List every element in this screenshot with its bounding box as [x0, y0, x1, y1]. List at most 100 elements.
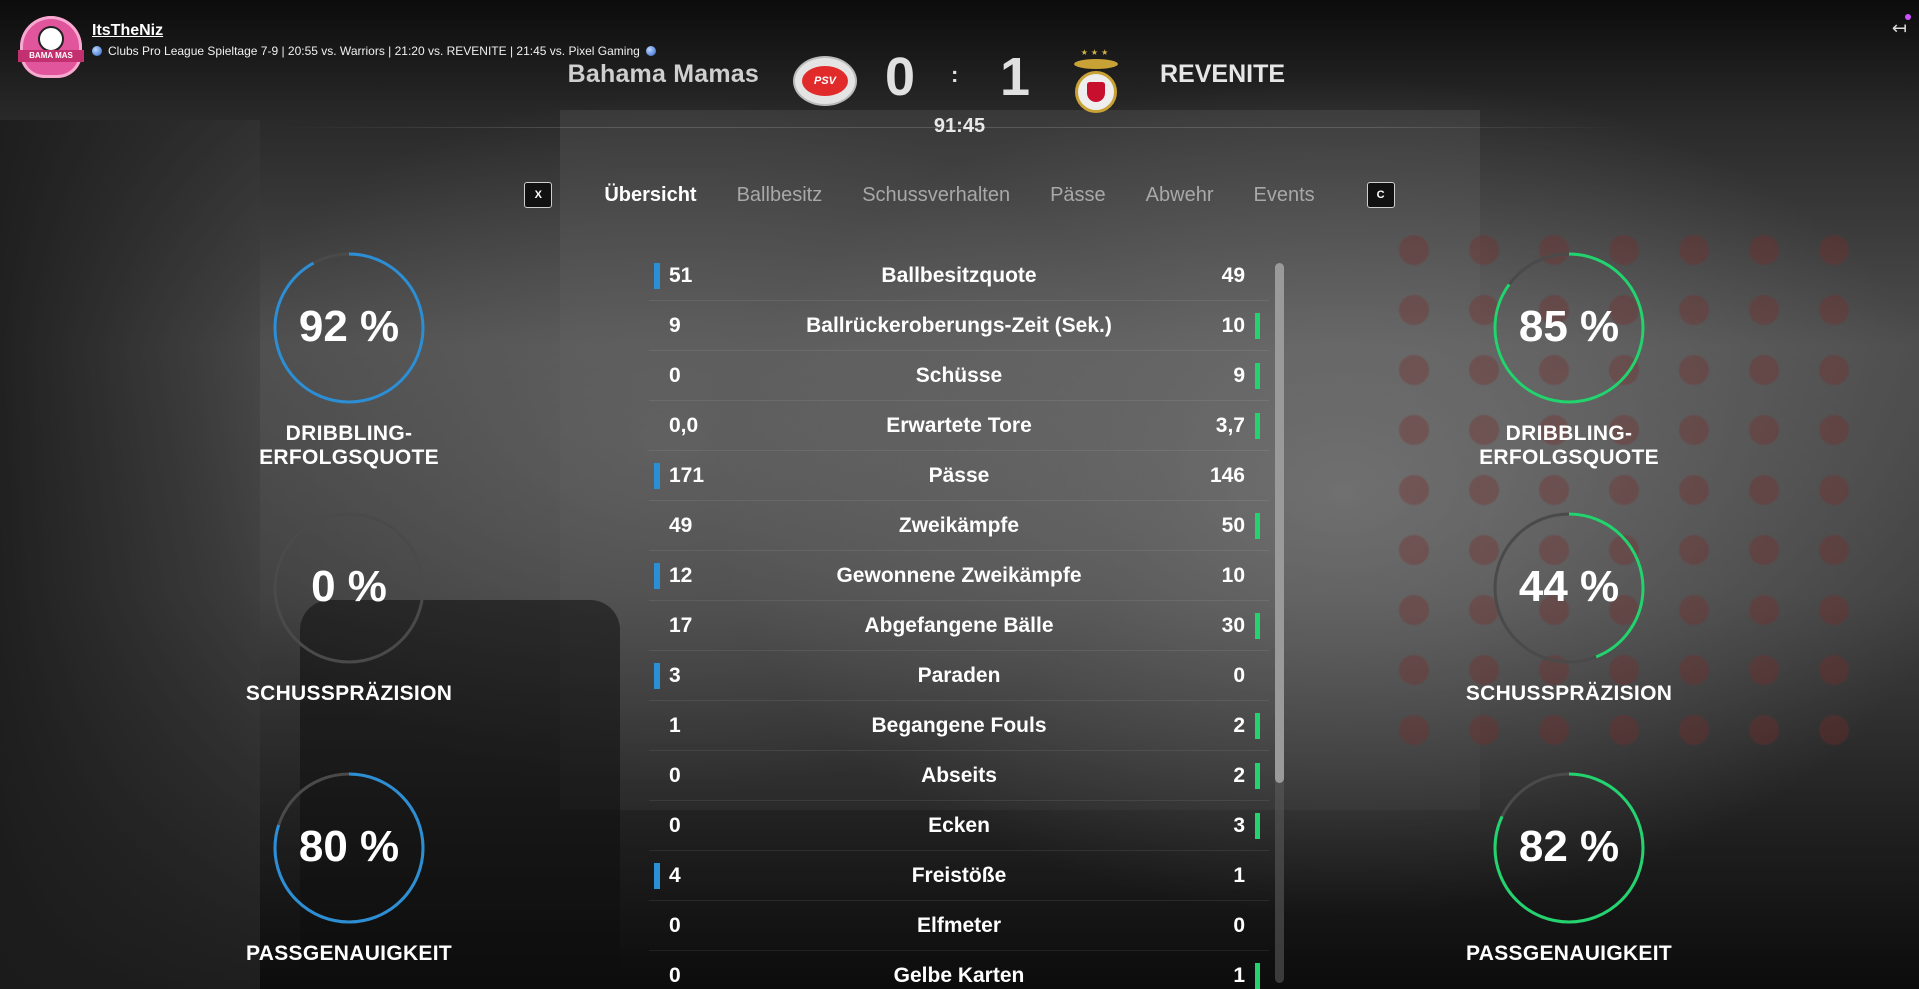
tab-next-key[interactable]: C: [1366, 182, 1395, 208]
gauge-label: SCHUSSPRÄZISION: [245, 682, 453, 705]
stat-label: Ecken: [928, 813, 990, 837]
stat-row: Zweikämpfe 49 50: [649, 501, 1269, 551]
stat-away-value: 0: [1233, 913, 1245, 937]
stat-away-value: 10: [1221, 313, 1245, 337]
stat-away-value: 2: [1233, 763, 1245, 787]
stat-label: Abseits: [921, 763, 997, 787]
stat-away-value: 1: [1233, 963, 1245, 987]
streamer-name-link[interactable]: ItsTheNiz: [92, 22, 656, 40]
away-leader-bar: [1255, 613, 1260, 639]
stat-row: Ballbesitzquote 51 49: [649, 251, 1269, 301]
stat-home-value: 0: [669, 913, 681, 937]
away-gauge-dribbling: 85 % DRIBBLING-ERFOLGSQUOTE: [1429, 250, 1709, 470]
stat-away-value: 2: [1233, 713, 1245, 737]
gauge-value: 85 %: [1518, 302, 1620, 351]
gauge-value: 44 %: [1518, 562, 1620, 611]
stats-tabs: X Übersicht Ballbesitz Schussverhalten P…: [0, 182, 1919, 208]
tab-overview[interactable]: Übersicht: [584, 184, 716, 207]
stat-label: Zweikämpfe: [898, 513, 1020, 537]
stat-row: Abseits 0 2: [649, 751, 1269, 801]
home-crest-text: PSV: [802, 66, 848, 96]
live-indicator: [1905, 14, 1911, 20]
away-crest-icon: ★★★: [1068, 48, 1124, 114]
stat-label: Abgefangene Bälle: [864, 613, 1054, 637]
stat-label: Ballrückeroberungs-Zeit (Sek.): [806, 313, 1112, 337]
stat-away-value: 30: [1221, 613, 1245, 637]
away-leader-bar: [1255, 413, 1260, 439]
stat-away-value: 1: [1233, 863, 1245, 887]
stat-row: Elfmeter 0 0: [649, 901, 1269, 951]
stat-label: Freistöße: [911, 863, 1007, 887]
home-gauge-passing: 80 % PASSGENAUIGKEIT: [209, 770, 489, 966]
stat-row: Freistöße 4 1: [649, 851, 1269, 901]
tab-events[interactable]: Events: [1233, 184, 1334, 207]
stat-row: Abgefangene Bälle 17 30: [649, 601, 1269, 651]
tab-prev-key[interactable]: X: [524, 182, 553, 208]
stat-home-value: 1: [669, 713, 681, 737]
stat-label: Paraden: [917, 663, 1001, 687]
stat-home-value: 0: [669, 363, 681, 387]
stat-away-value: 0: [1233, 663, 1245, 687]
stat-away-value: 3: [1233, 813, 1245, 837]
stat-row: Gewonnene Zweikämpfe 12 10: [649, 551, 1269, 601]
stat-home-value: 0: [669, 963, 681, 987]
stat-label: Begangene Fouls: [871, 713, 1047, 737]
tab-passing[interactable]: Pässe: [1030, 184, 1126, 207]
away-gauge-passing: 82 % PASSGENAUIGKEIT: [1429, 770, 1709, 966]
stats-scroll-thumb[interactable]: [1275, 263, 1284, 783]
stat-away-value: 49: [1221, 263, 1245, 287]
stat-row: Ballrückeroberungs-Zeit (Sek.) 9 10: [649, 301, 1269, 351]
away-score: 1: [1000, 47, 1031, 107]
away-gauge-shooting: 44 % SCHUSSPRÄZISION: [1429, 510, 1709, 706]
stat-away-value: 50: [1221, 513, 1245, 537]
stat-label: Ballbesitzquote: [881, 263, 1037, 287]
away-leader-bar: [1255, 763, 1260, 789]
divider: [285, 127, 1634, 128]
stats-table[interactable]: Ballbesitzquote 51 49 Ballrückeroberungs-Ze…: [649, 251, 1269, 989]
home-gauge-shooting: 0 % SCHUSSPRÄZISION: [209, 510, 489, 706]
home-score: 0: [885, 47, 916, 107]
gauge-value: 82 %: [1518, 822, 1620, 871]
gauge-value: 80 %: [298, 822, 400, 871]
away-team-name: REVENITE: [1160, 60, 1286, 88]
stat-label: Gelbe Karten: [893, 963, 1025, 987]
gauge-value: 0 %: [311, 562, 387, 611]
stat-row: Paraden 3 0: [649, 651, 1269, 701]
stat-home-value: 0: [669, 813, 681, 837]
home-team-name: Bahama Mamas: [567, 60, 759, 88]
tab-possession[interactable]: Ballbesitz: [717, 184, 843, 207]
stat-home-value: 49: [669, 513, 693, 537]
stat-home-value: 4: [669, 863, 681, 887]
stat-label: Erwartete Tore: [886, 413, 1032, 437]
stat-home-value: 3: [669, 663, 681, 687]
stat-away-value: 10: [1221, 563, 1245, 587]
gauge-value: 92 %: [298, 302, 400, 351]
away-leader-bar: [1255, 813, 1260, 839]
away-leader-bar: [1255, 313, 1260, 339]
stat-row: Ecken 0 3: [649, 801, 1269, 851]
tab-defense[interactable]: Abwehr: [1126, 184, 1234, 207]
away-leader-bar: [1255, 513, 1260, 539]
stat-row: Begangene Fouls 1 2: [649, 701, 1269, 751]
stat-home-value: 51: [669, 263, 693, 287]
stat-home-value: 171: [669, 463, 705, 487]
scoreboard: Bahama Mamas PSV 0 : 1 ★★★ REVENITE: [0, 47, 1919, 118]
tab-shooting[interactable]: Schussverhalten: [842, 184, 1030, 207]
stat-away-value: 146: [1209, 463, 1245, 487]
stats-scrollbar[interactable]: [1275, 263, 1284, 983]
away-leader-bar: [1255, 963, 1260, 989]
stat-home-value: 17: [669, 613, 693, 637]
stat-label: Pässe: [928, 463, 990, 487]
away-leader-bar: [1255, 713, 1260, 739]
stat-home-value: 0: [669, 763, 681, 787]
stat-home-value: 9: [669, 313, 681, 337]
home-gauge-dribbling: 92 % DRIBBLING-ERFOLGSQUOTE: [209, 250, 489, 470]
stat-row: Erwartete Tore 0,0 3,7: [649, 401, 1269, 451]
stat-label: Schüsse: [915, 363, 1003, 387]
away-leader-bar: [1255, 363, 1260, 389]
stat-label: Gewonnene Zweikämpfe: [836, 563, 1082, 587]
gauge-label: DRIBBLING-ERFOLGSQUOTE: [259, 422, 439, 469]
stat-home-value: 0,0: [669, 413, 699, 437]
exit-icon[interactable]: ↤: [1892, 18, 1907, 39]
gauge-label: PASSGENAUIGKEIT: [246, 942, 452, 965]
